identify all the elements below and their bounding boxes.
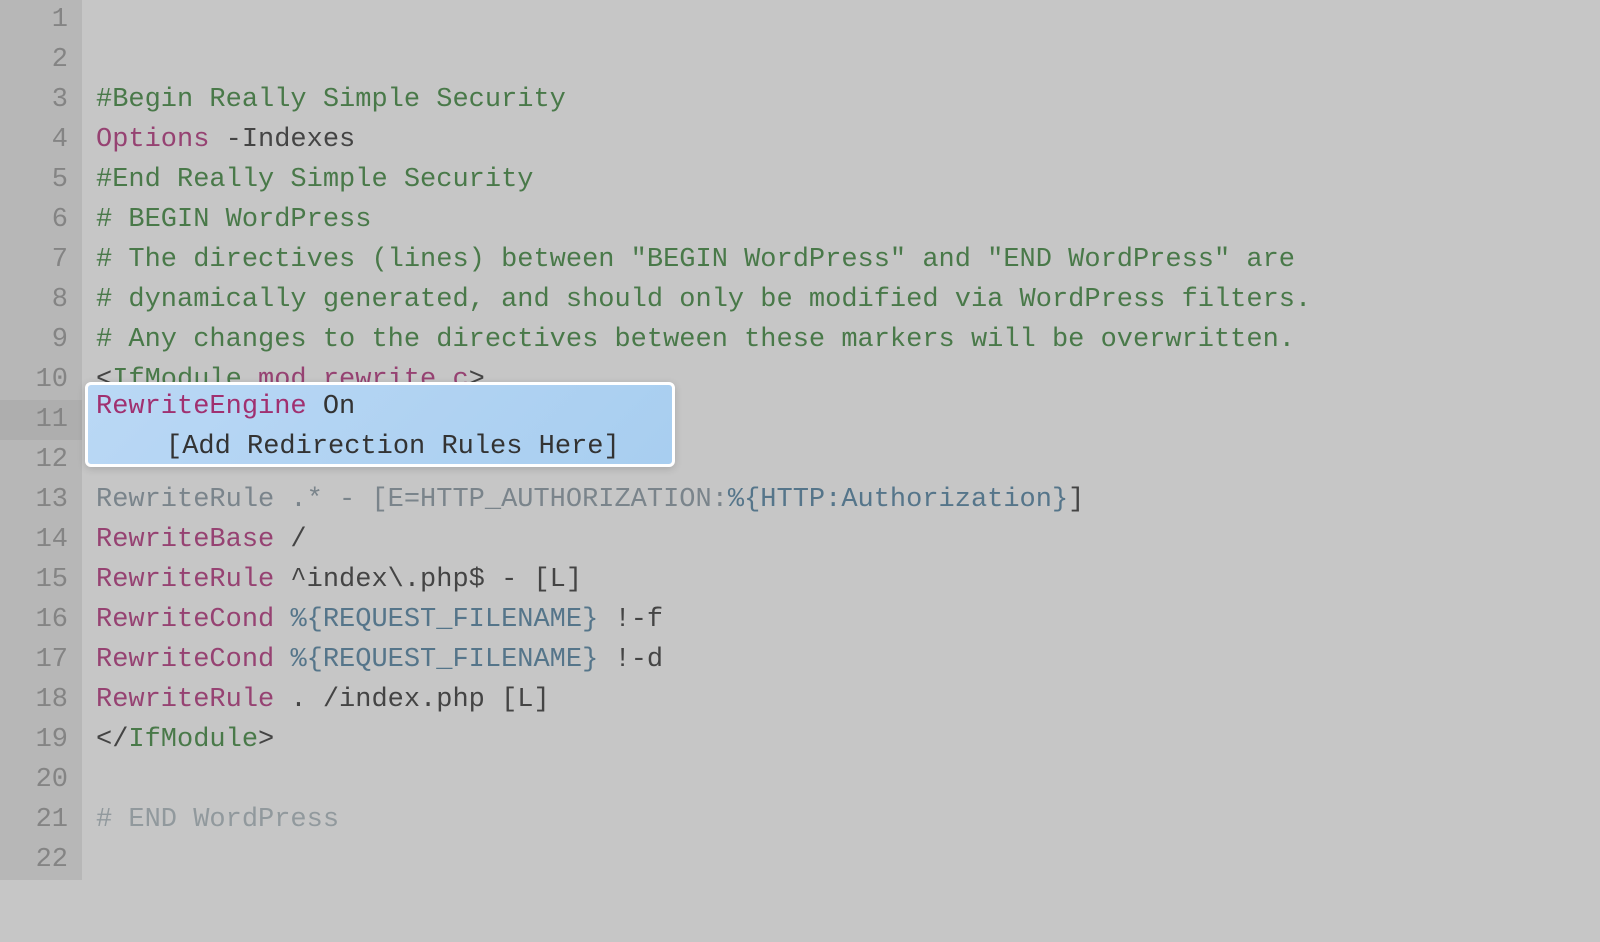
line-content[interactable]: RewriteCond %{REQUEST_FILENAME} !-f [82,600,1600,640]
line-number: 8 [0,280,82,320]
line-number: 9 [0,320,82,360]
code-token: %{REQUEST_FILENAME} [290,645,598,675]
code-token: # END WordPress [96,805,339,835]
line-number: 22 [0,840,82,880]
highlight-keyword: RewriteEngine [96,392,307,422]
code-line[interactable]: 14RewriteBase / [0,520,1600,560]
code-token [274,605,290,635]
line-content[interactable]: Options -Indexes [82,120,1600,160]
code-token: %{HTTP:Authorization} [728,485,1068,515]
code-token: %{REQUEST_FILENAME} [290,605,598,635]
code-token: # dynamically generated, and should only… [96,285,1311,315]
code-token: #End Really Simple Security [96,165,533,195]
line-content[interactable]: # BEGIN WordPress [82,200,1600,240]
code-token [274,645,290,675]
code-line[interactable]: 6 # BEGIN WordPress [0,200,1600,240]
line-content[interactable]: RewriteCond %{REQUEST_FILENAME} !-d [82,640,1600,680]
code-token: / [274,525,306,555]
code-line[interactable]: 9 # Any changes to the directives between… [0,320,1600,360]
code-token: RewriteRule [96,565,274,595]
code-token: ] [1068,485,1084,515]
line-content[interactable]: # The directives (lines) between "BEGIN … [82,240,1600,280]
code-line[interactable]: 7 # The directives (lines) between "BEGIN… [0,240,1600,280]
line-number: 7 [0,240,82,280]
code-line[interactable]: 2 [0,40,1600,80]
line-content[interactable]: RewriteBase / [82,520,1600,560]
line-content[interactable]: # Any changes to the directives between … [82,320,1600,360]
line-content[interactable]: RewriteRule . /index.php [L] [82,680,1600,720]
line-number: 12 [0,440,82,480]
line-number: 6 [0,200,82,240]
line-number: 11 [0,400,82,440]
highlight-line-1: RewriteEngine On [96,387,664,427]
code-line[interactable]: 3 #Begin Really Simple Security [0,80,1600,120]
code-token: RewriteCond [96,645,274,675]
line-content[interactable]: RewriteRule .* - [E=HTTP_AUTHORIZATION:%… [82,480,1600,520]
highlight-annotation-box: RewriteEngine On [Add Redirection Rules … [85,382,675,467]
line-number: 4 [0,120,82,160]
line-content[interactable]: # END WordPress [82,800,1600,840]
line-number: 15 [0,560,82,600]
code-token: !-f [598,605,663,635]
code-token: RewriteCond [96,605,274,635]
code-line[interactable]: 22 [0,840,1600,880]
line-number: 14 [0,520,82,560]
highlight-text: On [307,392,356,422]
code-token: !-d [598,645,663,675]
line-content[interactable]: #Begin Really Simple Security [82,80,1600,120]
code-token: </ [96,725,128,755]
code-token: # BEGIN WordPress [96,205,371,235]
line-content[interactable]: RewriteRule ^index\.php$ - [L] [82,560,1600,600]
code-line[interactable]: 21 # END WordPress [0,800,1600,840]
code-token: RewriteBase [96,525,274,555]
line-number: 20 [0,760,82,800]
code-token: RewriteRule .* - [E=HTTP_AUTHORIZATION: [96,485,728,515]
line-number: 3 [0,80,82,120]
line-number: 21 [0,800,82,840]
line-content[interactable]: # dynamically generated, and should only… [82,280,1600,320]
code-token: IfModule [128,725,258,755]
line-number: 5 [0,160,82,200]
line-content[interactable]: </IfModule> [82,720,1600,760]
code-token: RewriteRule [96,685,274,715]
code-line[interactable]: 18RewriteRule . /index.php [L] [0,680,1600,720]
line-content[interactable]: #End Really Simple Security [82,160,1600,200]
code-line[interactable]: 17RewriteCond %{REQUEST_FILENAME} !-d [0,640,1600,680]
code-line[interactable]: 20 [0,760,1600,800]
code-editor[interactable]: 123#Begin Really Simple Security4Options… [0,0,1600,942]
highlight-line-2: [Add Redirection Rules Here] [96,427,664,467]
code-token: -Indexes [209,125,355,155]
line-number: 2 [0,40,82,80]
code-line[interactable]: 8 # dynamically generated, and should onl… [0,280,1600,320]
code-token: Options [96,125,209,155]
line-number: 16 [0,600,82,640]
line-number: 17 [0,640,82,680]
line-number: 18 [0,680,82,720]
code-line[interactable]: 13RewriteRule .* - [E=HTTP_AUTHORIZATION… [0,480,1600,520]
code-line[interactable]: 15RewriteRule ^index\.php$ - [L] [0,560,1600,600]
code-token: #Begin Really Simple Security [96,85,566,115]
code-line[interactable]: 4Options -Indexes [0,120,1600,160]
code-line[interactable]: 1 [0,0,1600,40]
code-token: > [258,725,274,755]
code-line[interactable]: 16RewriteCond %{REQUEST_FILENAME} !-f [0,600,1600,640]
code-line[interactable]: 19</IfModule> [0,720,1600,760]
line-number: 1 [0,0,82,40]
code-token: ^index\.php$ - [L] [274,565,582,595]
code-token: # Any changes to the directives between … [96,325,1295,355]
code-token: # The directives (lines) between "BEGIN … [96,245,1295,275]
line-number: 19 [0,720,82,760]
code-line[interactable]: 5 #End Really Simple Security [0,160,1600,200]
line-number: 13 [0,480,82,520]
line-number: 10 [0,360,82,400]
code-token: . /index.php [L] [274,685,549,715]
